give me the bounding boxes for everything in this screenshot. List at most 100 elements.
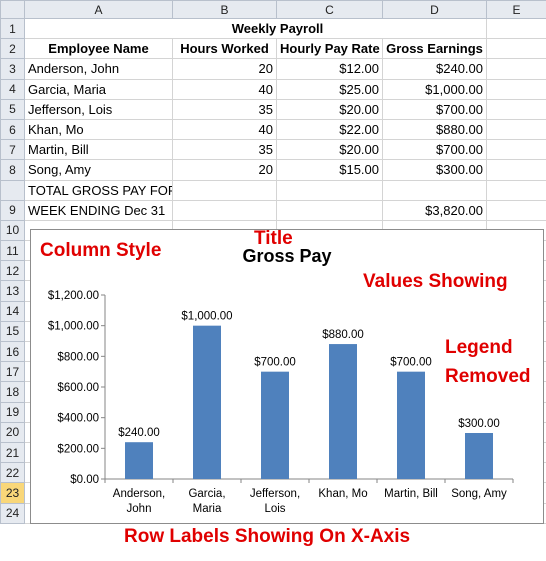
rate-cell[interactable]: $20.00 [276, 139, 383, 161]
table-row: 3 Anderson, John 20 $12.00 $240.00 [0, 58, 546, 80]
empty-cell[interactable] [486, 199, 546, 221]
y-tick-label: $800.00 [57, 351, 99, 363]
row-header[interactable]: 14 [0, 300, 25, 322]
empty-cell[interactable] [486, 58, 546, 80]
x-tick-label: Maria [193, 503, 222, 515]
empty-cell[interactable] [486, 118, 546, 141]
employee-name-cell[interactable]: Song, Amy [24, 159, 173, 181]
row-header[interactable]: 16 [0, 340, 25, 363]
table-row: 4 Garcia, Maria 40 $25.00 $1,000.00 [0, 78, 546, 100]
y-tick-label: $0.00 [70, 474, 99, 486]
header-employee-name[interactable]: Employee Name [24, 38, 173, 60]
row-header[interactable]: 4 [0, 78, 25, 100]
row-header[interactable]: 6 [0, 118, 25, 141]
gross-cell[interactable]: $1,000.00 [382, 78, 487, 100]
x-tick-label: John [127, 503, 152, 515]
bar [125, 442, 153, 479]
row-header[interactable]: 20 [0, 421, 25, 443]
rate-cell[interactable]: $15.00 [276, 159, 383, 181]
x-tick-label: Garcia, [188, 488, 225, 500]
x-tick-label: Lois [264, 503, 285, 515]
header-gross-earnings[interactable]: Gross Earnings [382, 38, 487, 60]
column-header-d[interactable]: D [382, 0, 487, 19]
row-header[interactable]: 2 [0, 38, 25, 60]
row-header[interactable]: 24 [0, 502, 25, 524]
column-header-b[interactable]: B [172, 0, 277, 19]
row-header[interactable]: 5 [0, 98, 25, 120]
gross-cell[interactable]: $240.00 [382, 58, 487, 80]
row-header[interactable]: 23 [0, 482, 25, 504]
hours-cell[interactable]: 20 [172, 159, 277, 181]
data-label: $880.00 [322, 329, 364, 341]
rate-cell[interactable]: $25.00 [276, 78, 383, 100]
cell-e1[interactable] [486, 17, 546, 40]
row-header[interactable]: 17 [0, 361, 25, 383]
empty-cell[interactable] [486, 98, 546, 120]
column-header-e[interactable]: E [486, 0, 546, 19]
hours-cell[interactable]: 40 [172, 78, 277, 100]
row-header[interactable]: 1 [0, 17, 25, 40]
empty-cell[interactable] [486, 159, 546, 181]
sheet-row-1: 1 Weekly Payroll [0, 17, 546, 40]
empty-cell[interactable] [276, 199, 383, 221]
annotation-legend-line1: Legend [445, 337, 513, 358]
empty-cell[interactable] [172, 179, 277, 201]
row-header[interactable]: 18 [0, 381, 25, 403]
row-header[interactable]: 8 [0, 159, 25, 181]
rate-cell[interactable]: $20.00 [276, 98, 383, 120]
column-header-c[interactable]: C [276, 0, 383, 19]
bar [193, 325, 221, 479]
table-row: 5 Jefferson, Lois 35 $20.00 $700.00 [0, 98, 546, 120]
empty-cell[interactable] [486, 78, 546, 100]
total-label-line1-cell[interactable]: TOTAL GROSS PAY FOR [24, 179, 173, 201]
row-header[interactable]: 7 [0, 139, 25, 161]
cell-a1[interactable] [24, 17, 173, 40]
hours-cell[interactable]: 20 [172, 58, 277, 80]
x-tick-label: Anderson, [113, 488, 165, 500]
row-header[interactable] [0, 179, 25, 201]
annotation-title: Title [254, 228, 293, 249]
employee-name-cell[interactable]: Anderson, John [24, 58, 173, 80]
y-tick-label: $1,200.00 [48, 290, 99, 302]
empty-cell[interactable] [172, 199, 277, 221]
bar [329, 344, 357, 479]
empty-cell[interactable] [276, 179, 383, 201]
total-gross-cell[interactable]: $3,820.00 [382, 199, 487, 221]
annotation-row-labels: Row Labels Showing On X-Axis [124, 526, 411, 547]
row-header[interactable]: 12 [0, 260, 25, 282]
empty-cell[interactable] [486, 179, 546, 201]
y-tick-label: $400.00 [57, 413, 99, 425]
row-header[interactable]: 9 [0, 199, 25, 221]
row-header[interactable]: 21 [0, 441, 25, 464]
select-all-corner[interactable] [0, 0, 25, 19]
row-header[interactable]: 19 [0, 401, 25, 423]
hours-cell[interactable]: 35 [172, 98, 277, 120]
cell-e2[interactable] [486, 38, 546, 60]
header-hourly-pay-rate[interactable]: Hourly Pay Rate [276, 38, 383, 60]
sheet-title-cell[interactable]: Weekly Payroll [172, 17, 383, 40]
hours-cell[interactable]: 35 [172, 139, 277, 161]
row-header[interactable]: 22 [0, 462, 25, 484]
row-header[interactable]: 13 [0, 280, 25, 302]
total-label-line2-cell[interactable]: WEEK ENDING Dec 31 [24, 199, 173, 221]
employee-name-cell[interactable]: Khan, Mo [24, 118, 173, 141]
header-hours-worked[interactable]: Hours Worked [172, 38, 277, 60]
employee-name-cell[interactable]: Garcia, Maria [24, 78, 173, 100]
employee-name-cell[interactable]: Martin, Bill [24, 139, 173, 161]
gross-cell[interactable]: $300.00 [382, 159, 487, 181]
empty-cell[interactable] [382, 179, 487, 201]
rate-cell[interactable]: $12.00 [276, 58, 383, 80]
employee-name-cell[interactable]: Jefferson, Lois [24, 98, 173, 120]
row-header[interactable]: 3 [0, 58, 25, 80]
rate-cell[interactable]: $22.00 [276, 118, 383, 141]
gross-cell[interactable]: $880.00 [382, 118, 487, 141]
row-header[interactable]: 11 [0, 240, 25, 262]
hours-cell[interactable]: 40 [172, 118, 277, 141]
gross-cell[interactable]: $700.00 [382, 98, 487, 120]
gross-cell[interactable]: $700.00 [382, 139, 487, 161]
row-header[interactable]: 10 [0, 219, 25, 242]
empty-cell[interactable] [486, 139, 546, 161]
column-header-a[interactable]: A [24, 0, 173, 19]
cell-d1[interactable] [382, 17, 487, 40]
row-header[interactable]: 15 [0, 320, 25, 343]
